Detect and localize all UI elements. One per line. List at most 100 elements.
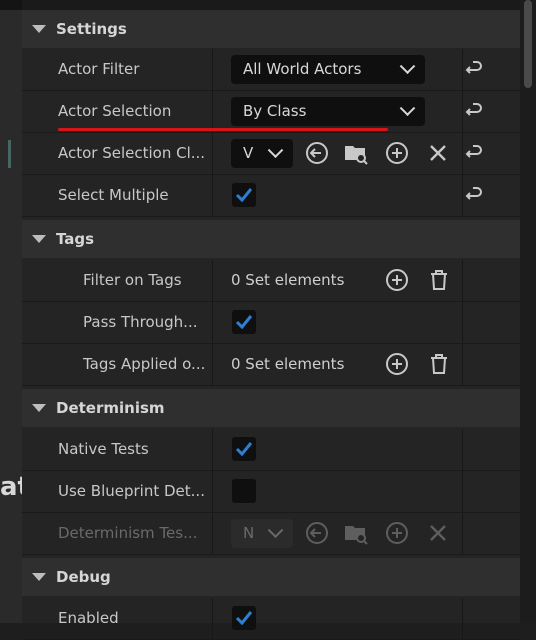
row-select-multiple: Select Multiple [22, 175, 520, 217]
property-label: Select Multiple [58, 186, 169, 204]
panel-top-bar [22, 0, 520, 10]
actor-selection-dropdown[interactable]: By Class [231, 97, 425, 126]
column-divider [212, 91, 213, 132]
browse-folder-icon[interactable] [343, 140, 369, 166]
dropdown-value: By Class [243, 102, 307, 120]
chevron-down-icon [399, 100, 416, 117]
column-divider [462, 302, 463, 343]
column-divider [462, 91, 463, 132]
column-divider [462, 49, 463, 90]
row-actor-filter: Actor Filter All World Actors [22, 49, 520, 91]
column-divider [462, 133, 463, 174]
determinism-tests-dropdown: N [231, 519, 293, 548]
section-determinism[interactable]: Determinism [22, 389, 520, 427]
checkmark-icon [235, 315, 253, 330]
use-selected-icon[interactable] [304, 140, 330, 166]
actor-filter-dropdown[interactable]: All World Actors [231, 55, 425, 84]
column-divider [212, 513, 213, 554]
column-divider [212, 471, 213, 512]
row-actor-selection-class: Actor Selection Cl... V [22, 133, 520, 175]
property-label: Enabled [58, 609, 119, 627]
column-divider [462, 344, 463, 385]
graph-background: at [0, 0, 30, 623]
column-divider [212, 175, 213, 216]
add-icon[interactable] [384, 267, 410, 293]
checkmark-icon [235, 188, 253, 203]
checkmark-icon [235, 611, 253, 626]
clear-icon[interactable] [425, 140, 451, 166]
clear-icon [425, 520, 451, 546]
reset-arrow-icon[interactable] [464, 59, 486, 81]
column-divider [212, 344, 213, 385]
section-debug[interactable]: Debug [22, 558, 520, 596]
row-determinism-tests: Determinism Tes... N [22, 513, 520, 555]
dropdown-value: V [243, 144, 254, 162]
set-count: 0 Set elements [231, 355, 345, 373]
row-pass-through: Pass Through... [22, 302, 520, 344]
browse-folder-icon [343, 520, 369, 546]
chevron-down-icon [267, 142, 284, 159]
dropdown-value: N [243, 524, 255, 542]
dropdown-value: All World Actors [243, 60, 362, 78]
add-icon[interactable] [384, 140, 410, 166]
column-divider [212, 133, 213, 174]
collapse-arrow-icon[interactable] [32, 25, 46, 33]
property-label: Actor Selection Cl... [58, 144, 206, 162]
column-divider [462, 598, 463, 639]
delete-icon[interactable] [426, 351, 452, 377]
column-divider [462, 175, 463, 216]
row-use-blueprint-determinism: Use Blueprint Det... [22, 471, 520, 513]
reset-arrow-icon[interactable] [464, 101, 486, 123]
scrollbar-track[interactable] [520, 0, 536, 623]
column-divider [462, 429, 463, 470]
chevron-down-icon [267, 522, 284, 539]
column-divider [462, 513, 463, 554]
section-title: Debug [56, 568, 111, 586]
property-label: Actor Filter [58, 60, 140, 78]
scrollbar-thumb[interactable] [524, 0, 532, 88]
section-title: Settings [56, 20, 127, 38]
enabled-checkbox[interactable] [232, 606, 256, 630]
property-label: Pass Through... [83, 313, 198, 331]
add-icon[interactable] [384, 351, 410, 377]
row-tags-applied: Tags Applied o... 0 Set elements [22, 344, 520, 386]
native-tests-checkbox[interactable] [232, 437, 256, 461]
column-divider [212, 302, 213, 343]
property-label: Actor Selection [58, 102, 172, 120]
column-divider [212, 49, 213, 90]
reset-arrow-icon[interactable] [464, 143, 486, 165]
column-divider [462, 260, 463, 301]
reset-arrow-icon[interactable] [464, 185, 486, 207]
use-blueprint-checkbox[interactable] [232, 479, 256, 503]
select-multiple-checkbox[interactable] [232, 183, 256, 207]
red-annotation-underline [58, 128, 388, 131]
graph-wire [8, 140, 11, 168]
section-tags[interactable]: Tags [22, 220, 520, 258]
row-native-tests: Native Tests [22, 429, 520, 471]
row-actor-selection: Actor Selection By Class [22, 91, 520, 133]
pass-through-checkbox[interactable] [232, 310, 256, 334]
graph-topbar [0, 0, 22, 10]
property-label: Native Tests [58, 440, 149, 458]
section-settings[interactable]: Settings [22, 10, 520, 48]
property-label: Filter on Tags [83, 271, 182, 289]
row-enabled: Enabled [22, 598, 520, 640]
set-count: 0 Set elements [231, 271, 345, 289]
column-divider [212, 429, 213, 470]
class-picker-dropdown[interactable]: V [231, 139, 293, 168]
collapse-arrow-icon[interactable] [32, 573, 46, 581]
column-divider [212, 260, 213, 301]
checkmark-icon [235, 442, 253, 457]
collapse-arrow-icon[interactable] [32, 404, 46, 412]
column-divider [212, 598, 213, 639]
collapse-arrow-icon[interactable] [32, 235, 46, 243]
property-label: Use Blueprint Det... [58, 482, 205, 500]
add-icon [384, 520, 410, 546]
use-selected-icon [304, 520, 330, 546]
property-label: Determinism Tes... [58, 524, 198, 542]
delete-icon[interactable] [426, 267, 452, 293]
property-label: Tags Applied o... [83, 355, 206, 373]
section-title: Determinism [56, 399, 165, 417]
column-divider [462, 471, 463, 512]
row-filter-on-tags: Filter on Tags 0 Set elements [22, 260, 520, 302]
